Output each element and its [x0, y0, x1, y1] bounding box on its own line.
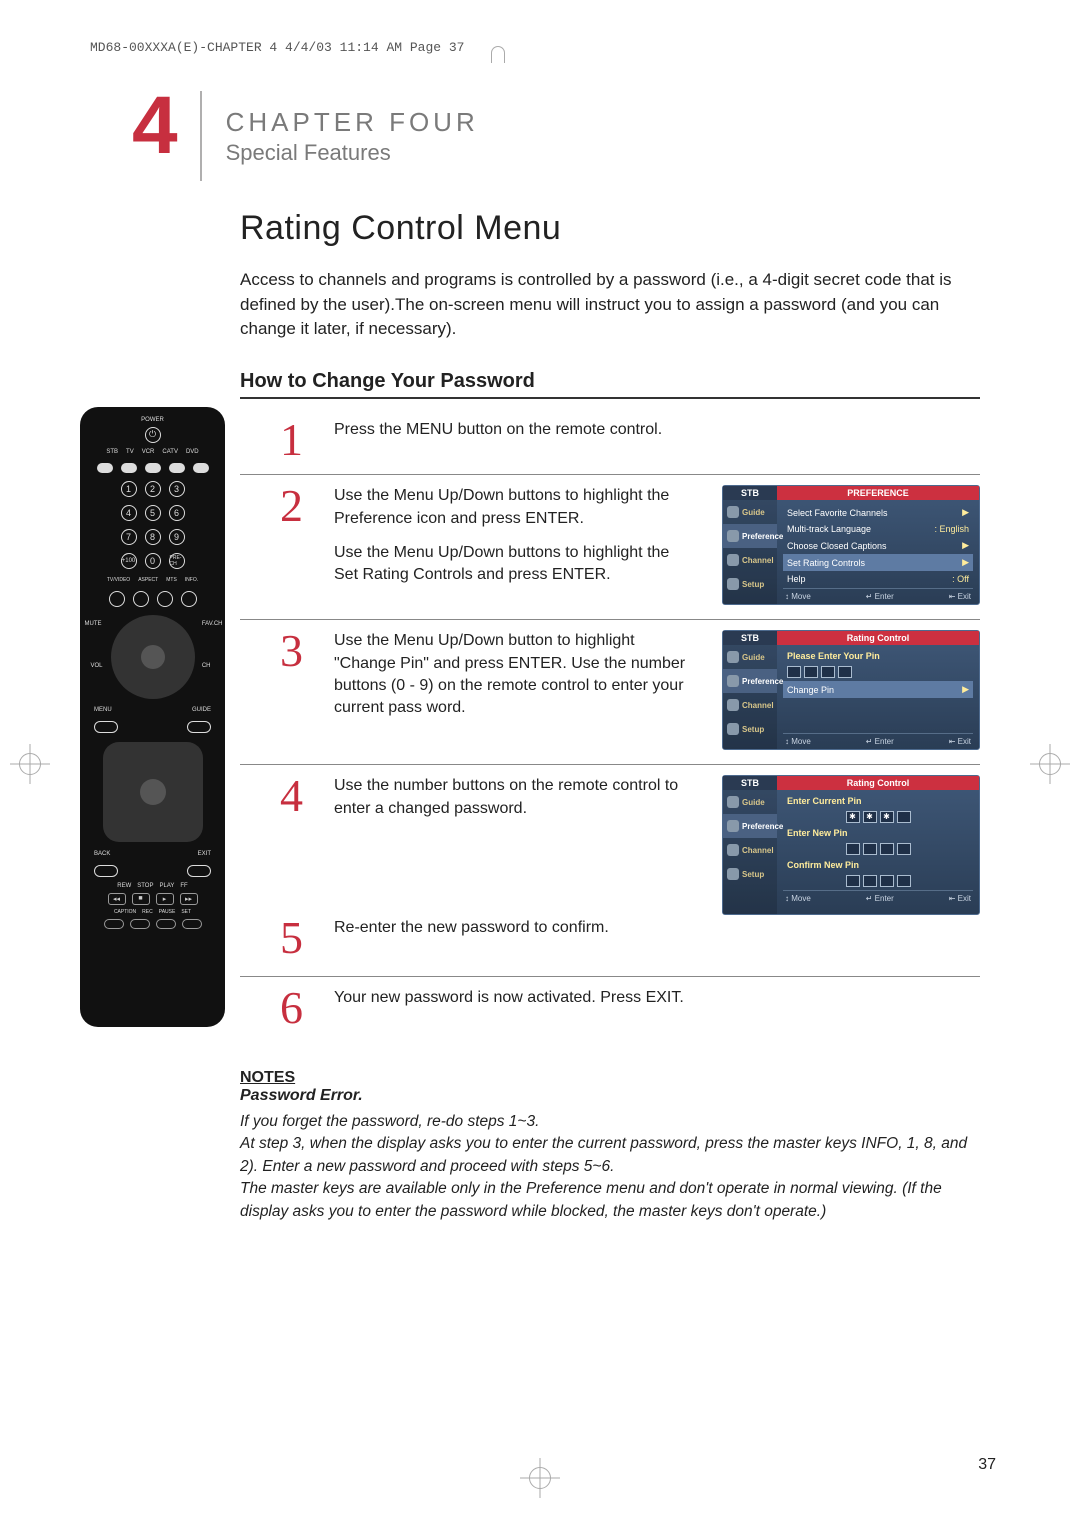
osd-preference-screenshot: STB Guide Preference Channel Setup PREFE…	[722, 485, 980, 605]
step-text: Use the number buttons on the remote con…	[334, 775, 696, 820]
step-number: 5	[280, 917, 318, 962]
power-icon: ⏻	[145, 427, 161, 443]
section-title: Rating Control Menu	[240, 209, 980, 248]
intro-paragraph: Access to channels and programs is contr…	[240, 268, 980, 342]
step-text: Your new password is now activated. Pres…	[334, 987, 970, 1009]
step-number: 1	[280, 419, 318, 460]
step-number: 2	[280, 485, 318, 605]
step-text: Re-enter the new password to confirm.	[334, 917, 696, 939]
step-6: 6 Your new password is now activated. Pr…	[240, 977, 980, 1042]
registration-mark-icon	[520, 1458, 560, 1498]
subsection-title: How to Change Your Password	[240, 370, 980, 399]
step-2: 2 Use the Menu Up/Down buttons to highli…	[240, 475, 980, 620]
dpad-icon: MUTE FAV.CH VOL CH	[111, 615, 195, 699]
notes-block: NOTES Password Error. If you forget the …	[80, 1069, 1000, 1223]
step-4: 4 Use the number buttons on the remote c…	[240, 765, 980, 917]
notes-label: NOTES	[240, 1069, 980, 1087]
osd-rating-control-change-pin: STB Guide Preference Channel Setup Ratin…	[722, 775, 980, 915]
notes-subtitle: Password Error.	[240, 1087, 980, 1105]
step-3: 3 Use the Menu Up/Down button to highlig…	[240, 620, 980, 765]
page-number: 37	[978, 1456, 996, 1474]
osd-rating-control-enter-pin: STB Guide Preference Channel Setup Ratin…	[722, 630, 980, 750]
step-text: Use the Menu Up/Down button to highlight…	[334, 630, 696, 720]
step-1: 1 Press the MENU button on the remote co…	[240, 409, 980, 475]
chapter-banner: 4 CHAPTER FOUR Special Features	[80, 91, 1000, 181]
step-number: 4	[280, 775, 318, 915]
step-text: Use the Menu Up/Down buttons to highligh…	[334, 485, 696, 530]
step-number: 3	[280, 630, 318, 750]
chapter-number: 4	[80, 91, 202, 181]
chapter-label: CHAPTER FOUR	[226, 107, 479, 138]
remote-control-illustration: POWER ⏻ STB TV VCR CATV DVD 123 456 789 …	[80, 407, 225, 1027]
step-text: Use the Menu Up/Down buttons to highligh…	[334, 542, 696, 587]
registration-mark-icon	[10, 744, 50, 784]
print-header: MD68-00XXXA(E)-CHAPTER 4 4/4/03 11:14 AM…	[80, 40, 1000, 55]
step-5: 5 Re-enter the new password to confirm.	[240, 917, 980, 977]
step-text: Press the MENU button on the remote cont…	[334, 419, 970, 441]
chapter-subtitle: Special Features	[226, 140, 479, 166]
registration-mark-icon	[1030, 744, 1070, 784]
step-number: 6	[280, 987, 318, 1028]
nav-pad-icon	[103, 742, 203, 842]
notes-body: If you forget the password, re-do steps …	[240, 1111, 980, 1223]
